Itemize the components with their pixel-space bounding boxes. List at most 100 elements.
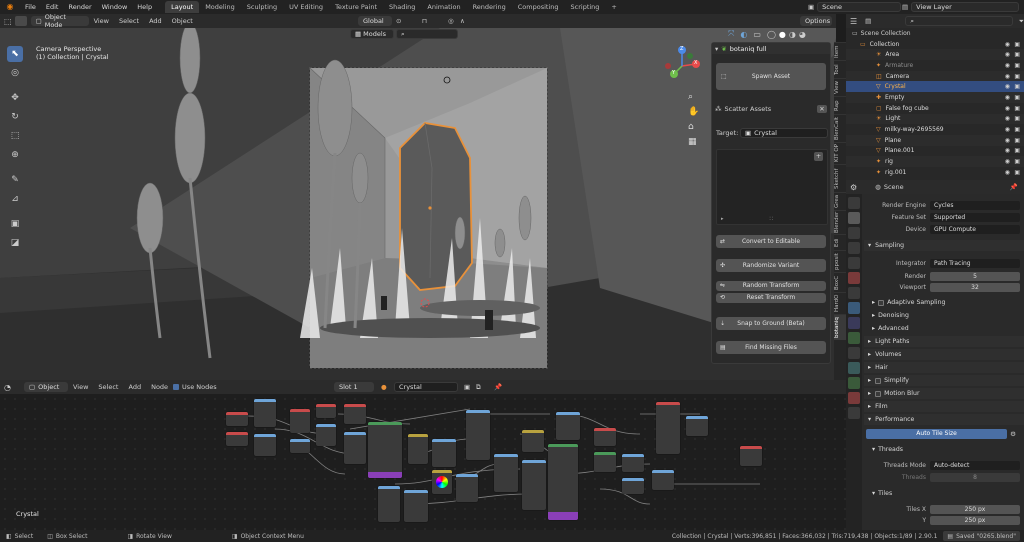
render-camera-icon[interactable]: ▣ <box>1014 169 1020 176</box>
visibility-eye-icon[interactable]: ◉ <box>1005 115 1010 122</box>
shader-node[interactable] <box>254 399 276 427</box>
data-tab-icon[interactable] <box>848 377 860 389</box>
feature-set-dropdown[interactable]: Supported <box>930 212 1020 222</box>
wireframe-shading-icon[interactable]: ◯ <box>767 30 776 39</box>
outliner-item[interactable]: ✦ rig.001 ◉ ▣ <box>846 167 1024 178</box>
add-cube-tool-icon[interactable]: ▣ <box>7 216 23 232</box>
particles-tab-icon[interactable] <box>848 332 860 344</box>
adaptive-sampling-subpanel[interactable]: ▸ Adaptive Sampling <box>864 297 1024 308</box>
shader-node[interactable] <box>622 454 644 472</box>
constraints-tab-icon[interactable] <box>848 362 860 374</box>
light-paths-panel[interactable]: ▸ Light Paths <box>864 336 1024 347</box>
outliner-item[interactable]: ▽ Plane.001 ◉ ▣ <box>846 146 1024 157</box>
node-editor-type-icon[interactable]: ◔ <box>4 383 11 392</box>
render-tab-icon[interactable] <box>848 212 860 224</box>
tool-tab-icon[interactable] <box>848 197 860 209</box>
menu-help[interactable]: Help <box>132 3 157 11</box>
models-search-input[interactable]: ⌕ <box>396 29 458 39</box>
visibility-eye-icon[interactable]: ◉ <box>1005 158 1010 165</box>
view-layer-field[interactable]: View Layer <box>911 2 1020 12</box>
shader-node[interactable] <box>316 404 336 418</box>
ntab-sketchf[interactable]: Sketchf <box>834 164 846 192</box>
new-material-icon[interactable]: ⧉ <box>476 383 481 392</box>
shader-node[interactable] <box>408 434 428 464</box>
color-wheel-node[interactable] <box>432 470 452 494</box>
select-mode-icon[interactable] <box>14 16 27 26</box>
shader-node[interactable] <box>556 412 580 440</box>
render-camera-icon[interactable]: ▣ <box>1014 73 1020 80</box>
shader-type-dropdown[interactable]: ▢ Object <box>23 382 68 392</box>
measure-tool-icon[interactable]: ⊿ <box>7 191 23 207</box>
node-menu-view[interactable]: View <box>68 383 93 391</box>
outliner-item[interactable]: ✦ Armature ◉ ▣ <box>846 60 1024 71</box>
ntab-grea[interactable]: Grea <box>834 192 846 210</box>
device-dropdown[interactable]: GPU Compute <box>930 224 1020 234</box>
material-output-node[interactable] <box>740 446 762 466</box>
node-menu-select[interactable]: Select <box>93 383 123 391</box>
threads-subpanel-header[interactable]: ▾ Threads <box>864 444 1024 455</box>
auto-tile-size-button[interactable]: Auto Tile Size <box>866 429 1008 439</box>
tab-modeling[interactable]: Modeling <box>199 1 241 13</box>
visibility-eye-icon[interactable]: ◉ <box>1005 51 1010 58</box>
ntab-tool[interactable]: Tool <box>834 60 846 78</box>
auto-tile-settings-icon[interactable]: ⚙ <box>1010 430 1016 438</box>
ntab-view[interactable]: View <box>834 78 846 96</box>
motion-blur-panel[interactable]: ▸ Motion Blur <box>864 388 1024 399</box>
gizmo-toggle-icon[interactable]: ⤧ <box>728 29 734 39</box>
properties-editor-icon[interactable]: ⚙ <box>850 183 857 192</box>
pan-hand-icon[interactable]: ✋ <box>688 105 699 120</box>
view-layer-tab-icon[interactable] <box>848 242 860 254</box>
cursor-tool-icon[interactable]: ◎ <box>7 65 23 81</box>
zoom-icon[interactable]: ⌕ <box>688 90 699 105</box>
shader-node[interactable] <box>466 410 490 460</box>
integrator-dropdown[interactable]: Path Tracing <box>930 258 1020 268</box>
tab-shading[interactable]: Shading <box>383 1 421 13</box>
transform-orientation-dropdown[interactable]: Global <box>358 16 392 26</box>
modifier-tab-icon[interactable] <box>848 317 860 329</box>
hair-panel[interactable]: ▸ Hair <box>864 362 1024 373</box>
output-tab-icon[interactable] <box>848 227 860 239</box>
add-plane-tool-icon[interactable]: ◪ <box>7 235 23 251</box>
mix-shader-node[interactable] <box>548 444 578 520</box>
film-panel[interactable]: ▸ Film <box>864 401 1024 412</box>
rendered-shading-icon[interactable]: ◕ <box>799 30 806 39</box>
camera-view-icon[interactable]: ⌂ <box>688 120 699 135</box>
view-layer-selector[interactable]: ▤ View Layer <box>902 2 1020 12</box>
falloff-icon[interactable]: ∧ <box>460 17 465 25</box>
random-transform-button[interactable]: ⇋ Random Transform <box>716 281 826 291</box>
render-camera-icon[interactable]: ▣ <box>1014 62 1020 69</box>
denoising-subpanel[interactable]: ▸ Denoising <box>864 310 1024 321</box>
world-tab-icon[interactable] <box>848 272 860 284</box>
shader-node-editor[interactable]: Crystal <box>0 394 846 530</box>
visibility-eye-icon[interactable]: ◉ <box>1005 94 1010 101</box>
tiles-x-field[interactable]: 250 px <box>930 504 1020 514</box>
menu-render[interactable]: Render <box>63 3 96 11</box>
outliner-item[interactable]: ◫ Camera ◉ ▣ <box>846 70 1024 82</box>
outliner-editor-icon[interactable]: ☰ <box>850 17 857 26</box>
ntab-boxc[interactable]: BoxC <box>834 272 846 292</box>
node-menu-node[interactable]: Node <box>146 383 173 391</box>
tab-layout[interactable]: Layout <box>165 1 200 13</box>
tab-uv-editing[interactable]: UV Editing <box>283 1 329 13</box>
viewport-menu-object[interactable]: Object <box>167 17 198 25</box>
shader-node[interactable] <box>522 460 546 510</box>
shader-node[interactable] <box>290 439 310 453</box>
shader-node[interactable] <box>494 454 518 492</box>
ntab-botaniq[interactable]: botaniq <box>834 314 846 340</box>
annotate-tool-icon[interactable]: ✎ <box>7 172 23 188</box>
object-mode-dropdown[interactable]: ▢ Object Mode <box>30 13 89 29</box>
pivot-icon[interactable]: ⊙ <box>396 17 401 25</box>
spawn-asset-button[interactable]: ⬚ Spawn Asset <box>716 63 826 90</box>
render-camera-icon[interactable]: ▣ <box>1014 115 1020 122</box>
shader-node[interactable] <box>594 452 616 472</box>
render-camera-icon[interactable]: ▣ <box>1014 94 1020 101</box>
outliner-item[interactable]: ✦ rig ◉ ▣ <box>846 156 1024 167</box>
add-workspace-icon[interactable]: + <box>605 1 622 13</box>
outliner-item[interactable]: ▢ False fog cube ◉ ▣ <box>846 103 1024 114</box>
shader-node[interactable] <box>652 470 674 490</box>
render-engine-dropdown[interactable]: Cycles <box>930 200 1020 210</box>
shader-node[interactable] <box>316 424 336 446</box>
viewport-menu-select[interactable]: Select <box>114 17 144 25</box>
render-samples-field[interactable]: 5 <box>930 271 1020 281</box>
color-ramp-node[interactable] <box>432 439 456 467</box>
